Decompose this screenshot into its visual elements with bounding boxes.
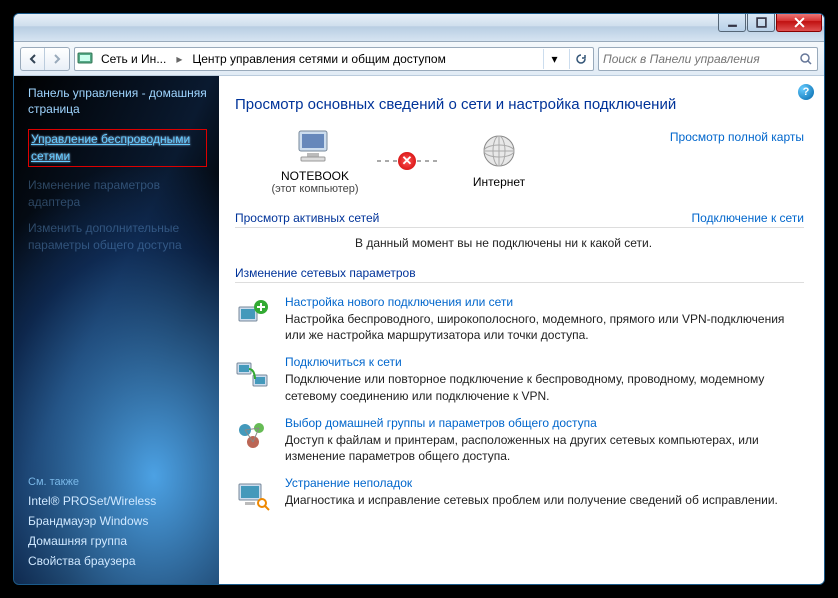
view-full-map-link[interactable]: Просмотр полной карты bbox=[670, 130, 804, 144]
change-settings-header: Изменение сетевых параметров bbox=[235, 266, 416, 280]
new-connection-icon bbox=[235, 297, 271, 333]
breadcrumb-seg2[interactable]: Центр управления сетями и общим доступом bbox=[188, 52, 450, 66]
sidebar-seealso-header: См. также bbox=[28, 476, 209, 488]
page-title: Просмотр основных сведений о сети и наст… bbox=[235, 96, 804, 113]
item-desc: Диагностика и исправление сетевых пробле… bbox=[285, 492, 804, 508]
item-desc: Доступ к файлам и принтерам, расположенн… bbox=[285, 432, 804, 464]
search-input[interactable] bbox=[603, 52, 799, 66]
troubleshoot-icon bbox=[235, 478, 271, 514]
sidebar-link-sharing[interactable]: Изменить дополнительные параметры общего… bbox=[28, 220, 207, 254]
node-label: NOTEBOOK bbox=[281, 169, 349, 183]
sidebar-seealso-firewall[interactable]: Брандмауэр Windows bbox=[28, 514, 209, 528]
toolbar: Сеть и Ин... ▸ Центр управления сетями и… bbox=[14, 42, 824, 76]
item-new-connection: Настройка нового подключения или сети Нас… bbox=[235, 295, 804, 343]
titlebar[interactable] bbox=[14, 14, 824, 42]
computer-icon bbox=[293, 127, 337, 167]
network-node-computer[interactable]: NOTEBOOK (этот компьютер) bbox=[265, 127, 365, 195]
network-node-internet[interactable]: Интернет bbox=[449, 133, 549, 189]
address-dropdown-button[interactable]: ▾ bbox=[543, 49, 565, 69]
close-button[interactable] bbox=[776, 13, 822, 32]
forward-button[interactable] bbox=[45, 48, 69, 70]
item-homegroup: Выбор домашней группы и параметров общег… bbox=[235, 416, 804, 464]
item-troubleshoot: Устранение неполадок Диагностика и исправ… bbox=[235, 476, 804, 514]
item-link[interactable]: Подключиться к сети bbox=[285, 355, 402, 369]
help-icon[interactable]: ? bbox=[798, 84, 814, 100]
sidebar-seealso-intel[interactable]: Intel® PROSet/Wireless bbox=[28, 494, 209, 508]
main-content: ? Просмотр основных сведений о сети и на… bbox=[219, 76, 824, 584]
search-icon bbox=[799, 52, 813, 66]
refresh-button[interactable] bbox=[569, 49, 591, 69]
item-desc: Подключение или повторное подключение к … bbox=[285, 371, 804, 403]
sidebar-seealso-homegroup[interactable]: Домашняя группа bbox=[28, 534, 209, 548]
disconnected-icon: ✕ bbox=[398, 152, 416, 170]
minimize-button[interactable] bbox=[718, 13, 746, 32]
active-networks-message: В данный момент вы не подключены ни к ка… bbox=[235, 236, 804, 250]
sidebar: Панель управления - домашняя страница Уп… bbox=[14, 76, 219, 584]
item-link[interactable]: Выбор домашней группы и параметров общег… bbox=[285, 416, 597, 430]
connect-network-icon bbox=[235, 357, 271, 393]
sidebar-seealso-browser[interactable]: Свойства браузера bbox=[28, 554, 209, 568]
address-bar[interactable]: Сеть и Ин... ▸ Центр управления сетями и… bbox=[74, 47, 594, 71]
sidebar-home-link[interactable]: Панель управления - домашняя страница bbox=[28, 86, 207, 117]
globe-icon bbox=[477, 133, 521, 173]
breadcrumb-sep[interactable]: ▸ bbox=[174, 52, 184, 66]
connect-to-network-link[interactable]: Подключение к сети bbox=[692, 211, 804, 225]
item-connect-network: Подключиться к сети Подключение или повто… bbox=[235, 355, 804, 403]
sidebar-link-adapter[interactable]: Изменение параметров адаптера bbox=[28, 177, 207, 211]
sidebar-link-wireless[interactable]: Управление беспроводными сетями bbox=[28, 129, 207, 167]
search-box[interactable] bbox=[598, 47, 818, 71]
network-connection-broken: ✕ bbox=[377, 160, 437, 162]
node-label: Интернет bbox=[473, 175, 525, 189]
breadcrumb-seg1[interactable]: Сеть и Ин... bbox=[97, 52, 170, 66]
homegroup-icon bbox=[235, 418, 271, 454]
active-networks-header: Просмотр активных сетей bbox=[235, 211, 379, 225]
item-link[interactable]: Настройка нового подключения или сети bbox=[285, 295, 513, 309]
item-desc: Настройка беспроводного, широкополосного… bbox=[285, 311, 804, 343]
node-sublabel: (этот компьютер) bbox=[271, 183, 358, 195]
back-button[interactable] bbox=[21, 48, 45, 70]
item-link[interactable]: Устранение неполадок bbox=[285, 476, 412, 490]
control-panel-window: Сеть и Ин... ▸ Центр управления сетями и… bbox=[13, 13, 825, 585]
maximize-button[interactable] bbox=[747, 13, 775, 32]
control-panel-icon bbox=[77, 51, 93, 67]
